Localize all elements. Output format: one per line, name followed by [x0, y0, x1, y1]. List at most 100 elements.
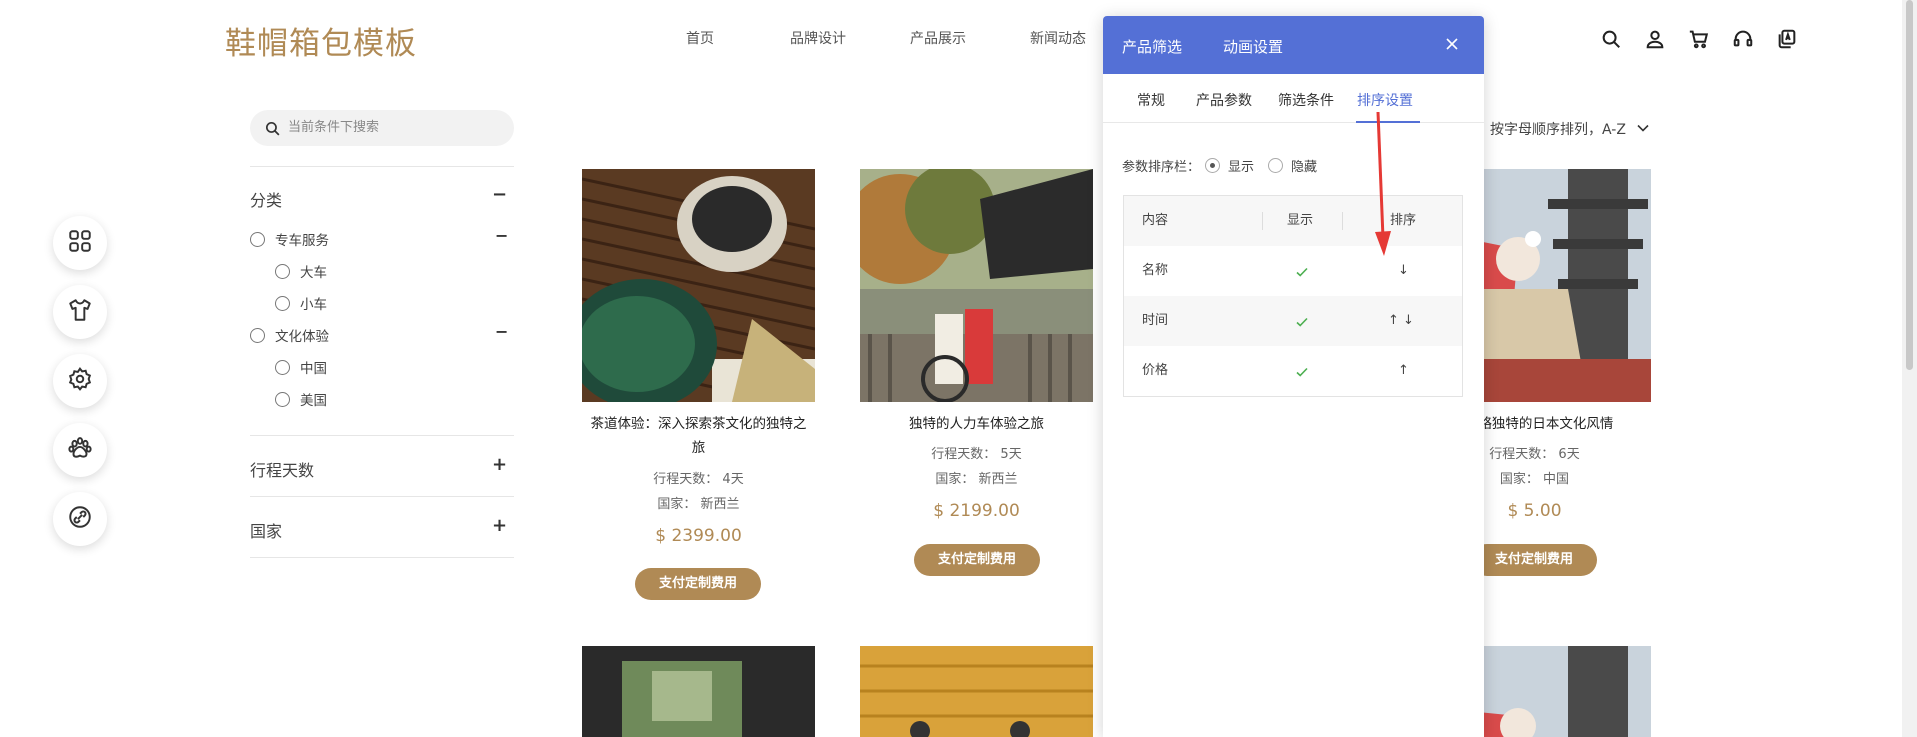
- divider: [250, 496, 514, 497]
- subtab-product-params[interactable]: 产品参数: [1196, 90, 1252, 110]
- radio-button[interactable]: [1205, 158, 1220, 173]
- close-icon[interactable]: [1444, 36, 1460, 52]
- radio-button[interactable]: [250, 231, 265, 247]
- product-image-tea[interactable]: [582, 169, 815, 402]
- gear-icon: [67, 366, 93, 396]
- table-header: 内容 显示 排序: [1124, 196, 1462, 246]
- tab-product-filter[interactable]: 产品筛选: [1122, 36, 1182, 57]
- check-icon[interactable]: [1295, 264, 1309, 278]
- product-days: 行程天数： 4天: [653, 472, 744, 487]
- filter-section-category[interactable]: 分类: [250, 187, 282, 211]
- check-icon[interactable]: [1295, 364, 1309, 378]
- sort-arrows[interactable]: ↑ ↓: [1388, 296, 1414, 346]
- row-name: 时间: [1142, 313, 1169, 328]
- radio-button[interactable]: [1268, 158, 1283, 173]
- nav-news[interactable]: 新闻动态: [1030, 28, 1086, 48]
- table-row: 名称 ↓: [1124, 246, 1462, 296]
- column-header-content: 内容: [1142, 213, 1169, 228]
- headset-icon[interactable]: [1732, 28, 1754, 50]
- subtab-sort-settings[interactable]: 排序设置: [1357, 90, 1413, 110]
- float-shirt-button[interactable]: [53, 285, 107, 339]
- table-row: 时间 ↑ ↓: [1124, 296, 1462, 346]
- filter-option-small-car[interactable]: 小车: [275, 293, 327, 313]
- grid-icon: [67, 228, 93, 258]
- divider: [250, 435, 514, 436]
- shirt-icon: [67, 297, 93, 327]
- copy-icon[interactable]: [1776, 28, 1798, 50]
- option-label: 大车: [300, 265, 327, 281]
- subtab-filter-conditions[interactable]: 筛选条件: [1278, 90, 1334, 110]
- row-name: 名称: [1142, 263, 1169, 278]
- product-days: 行程天数： 5天: [931, 447, 1022, 462]
- panel-header: 产品筛选 动画设置: [1103, 16, 1484, 74]
- float-gear-button[interactable]: [53, 354, 107, 408]
- product-price: $ 2399.00: [655, 526, 742, 546]
- check-icon[interactable]: [1295, 314, 1309, 328]
- cart-icon[interactable]: [1688, 28, 1710, 50]
- nav-brand-design[interactable]: 品牌设计: [790, 28, 846, 48]
- float-paw-button[interactable]: [53, 423, 107, 477]
- filter-section-days[interactable]: 行程天数: [250, 457, 314, 481]
- filter-section-country[interactable]: 国家: [250, 518, 282, 542]
- option-label: 专车服务: [275, 233, 329, 249]
- nav-home[interactable]: 首页: [686, 28, 714, 48]
- filter-option-china[interactable]: 中国: [275, 357, 327, 377]
- product-country: 国家： 新西兰: [935, 472, 1018, 487]
- option-label: 美国: [300, 393, 327, 409]
- filter-option-big-car[interactable]: 大车: [275, 261, 327, 281]
- filter-option-usa[interactable]: 美国: [275, 389, 327, 409]
- expand-toggle-country[interactable]: +: [492, 515, 507, 536]
- subtab-general[interactable]: 常规: [1137, 90, 1165, 110]
- collapse-toggle-culture[interactable]: −: [495, 322, 508, 341]
- radio-button[interactable]: [250, 327, 265, 343]
- settings-panel: 产品筛选 动画设置 常规 产品参数 筛选条件 排序设置 参数排序栏： 显示 隐藏…: [1103, 16, 1484, 737]
- site-logo[interactable]: 鞋帽箱包模板: [225, 18, 417, 63]
- tab-animation-settings[interactable]: 动画设置: [1223, 36, 1283, 57]
- pay-button[interactable]: 支付定制费用: [1471, 544, 1597, 576]
- search-icon[interactable]: [1600, 28, 1622, 50]
- sort-settings-table: 内容 显示 排序 名称 ↓ 时间 ↑ ↓ 价格 ↑: [1123, 195, 1463, 397]
- pay-button[interactable]: 支付定制费用: [635, 568, 761, 600]
- sort-dropdown[interactable]: 按字母顺序排列，A-Z: [1490, 119, 1626, 139]
- filter-option-car-service[interactable]: 专车服务: [250, 229, 329, 249]
- chevron-down-icon[interactable]: [1636, 120, 1650, 134]
- radio-show[interactable]: 显示: [1205, 156, 1254, 175]
- collapse-toggle-car-service[interactable]: −: [495, 226, 508, 245]
- product-image-van[interactable]: [582, 646, 815, 737]
- float-link-button[interactable]: [53, 492, 107, 546]
- divider: [1103, 122, 1484, 123]
- radio-hide[interactable]: 隐藏: [1268, 156, 1317, 175]
- expand-toggle-days[interactable]: +: [492, 454, 507, 475]
- sort-arrows[interactable]: ↓: [1398, 246, 1409, 296]
- nav-products[interactable]: 产品展示: [910, 28, 966, 48]
- scrollbar-thumb[interactable]: [1906, 0, 1913, 370]
- collapse-toggle-category[interactable]: −: [492, 184, 507, 205]
- link-icon: [67, 504, 93, 534]
- divider: [250, 557, 514, 558]
- filter-search-box[interactable]: 当前条件下搜索: [250, 110, 514, 146]
- sort-arrows[interactable]: ↑: [1398, 346, 1409, 396]
- product-title[interactable]: 独特的人力车体验之旅: [860, 412, 1093, 436]
- product-title[interactable]: 茶道体验：深入探索茶文化的独特之: [582, 412, 815, 436]
- product-title[interactable]: 旅: [582, 436, 815, 460]
- radio-button[interactable]: [275, 391, 290, 407]
- user-icon[interactable]: [1644, 28, 1666, 50]
- pay-button[interactable]: 支付定制费用: [914, 544, 1040, 576]
- radio-button[interactable]: [275, 295, 290, 311]
- search-input[interactable]: 当前条件下搜索: [288, 110, 379, 146]
- option-label: 小车: [300, 297, 327, 313]
- divider: [250, 166, 514, 167]
- divider: [1342, 212, 1343, 230]
- product-image-yellow[interactable]: [860, 646, 1093, 737]
- param-sort-label: 参数排序栏：: [1122, 160, 1201, 175]
- radio-button[interactable]: [275, 359, 290, 375]
- divider: [1262, 212, 1263, 230]
- table-row: 价格 ↑: [1124, 346, 1462, 396]
- radio-button[interactable]: [275, 263, 290, 279]
- annotation-arrow-icon: [1370, 110, 1394, 260]
- row-name: 价格: [1142, 363, 1169, 378]
- filter-option-culture[interactable]: 文化体验: [250, 325, 329, 345]
- float-grid-button[interactable]: [53, 216, 107, 270]
- column-header-show: 显示: [1287, 213, 1314, 228]
- product-image-rickshaw[interactable]: [860, 169, 1093, 402]
